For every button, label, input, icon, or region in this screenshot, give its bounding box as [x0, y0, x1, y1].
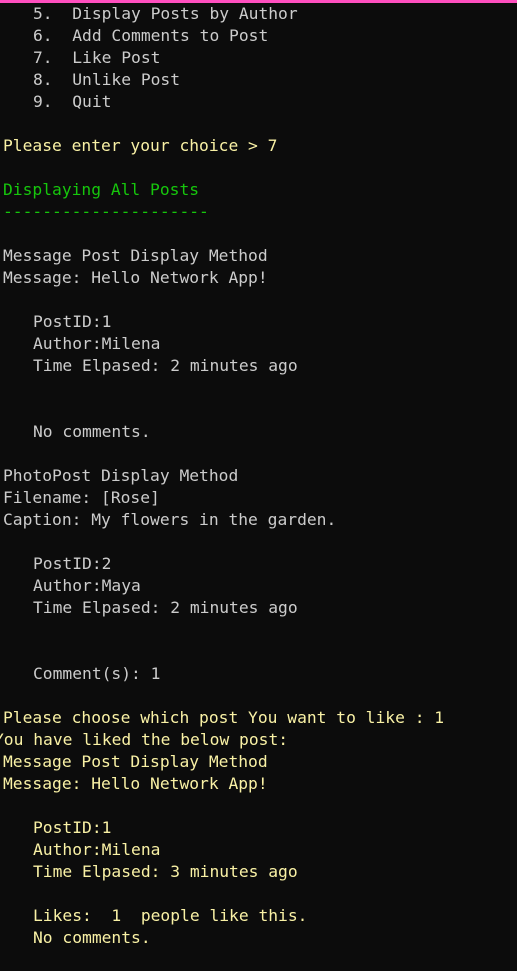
menu-item-unlike-post: 8. Unlike Post — [33, 70, 181, 89]
menu-item-quit: 9. Quit — [33, 92, 112, 111]
post-2-author: Author:Maya — [33, 576, 141, 595]
choice-prompt: Please enter your choice > 7 — [3, 136, 278, 155]
post-1-id: PostID:1 — [33, 312, 112, 331]
section-title: Displaying All Posts — [3, 180, 200, 199]
console-window[interactable]: 5. Display Posts by Author 6. Add Commen… — [0, 0, 517, 971]
menu-item-like-post: 7. Like Post — [33, 48, 161, 67]
post-2-time-elapsed: Time Elpased: 2 minutes ago — [33, 598, 298, 617]
menu-item-add-comments: 6. Add Comments to Post — [33, 26, 269, 45]
liked-post-likes: Likes: 1 people like this. — [33, 906, 308, 925]
post-1-time-elapsed: Time Elpased: 2 minutes ago — [33, 356, 298, 375]
like-prompt: Please choose which post You want to lik… — [3, 708, 445, 727]
post-1-comments: No comments. — [33, 422, 151, 441]
liked-post-header: Message Post Display Method — [3, 752, 268, 771]
post-1-header: Message Post Display Method — [3, 246, 268, 265]
post-2-filename: Filename: [Rose] — [3, 488, 160, 507]
menu-item-display-posts-by-author: 5. Display Posts by Author — [33, 4, 298, 23]
liked-post-id: PostID:1 — [33, 818, 112, 837]
liked-post-message: Message: Hello Network App! — [3, 774, 268, 793]
post-2-comments: Comment(s): 1 — [33, 664, 161, 683]
section-underline: --------------------- — [3, 202, 209, 221]
liked-post-comments: No comments. — [33, 928, 151, 947]
post-1-author: Author:Milena — [33, 334, 161, 353]
post-2-header: PhotoPost Display Method — [3, 466, 239, 485]
post-1-message: Message: Hello Network App! — [3, 268, 268, 287]
post-2-id: PostID:2 — [33, 554, 112, 573]
liked-post-time-elapsed: Time Elpased: 3 minutes ago — [33, 862, 298, 881]
liked-post-author: Author:Milena — [33, 840, 161, 859]
like-confirmation: You have liked the below post: — [0, 730, 289, 749]
post-2-caption: Caption: My flowers in the garden. — [3, 510, 337, 529]
